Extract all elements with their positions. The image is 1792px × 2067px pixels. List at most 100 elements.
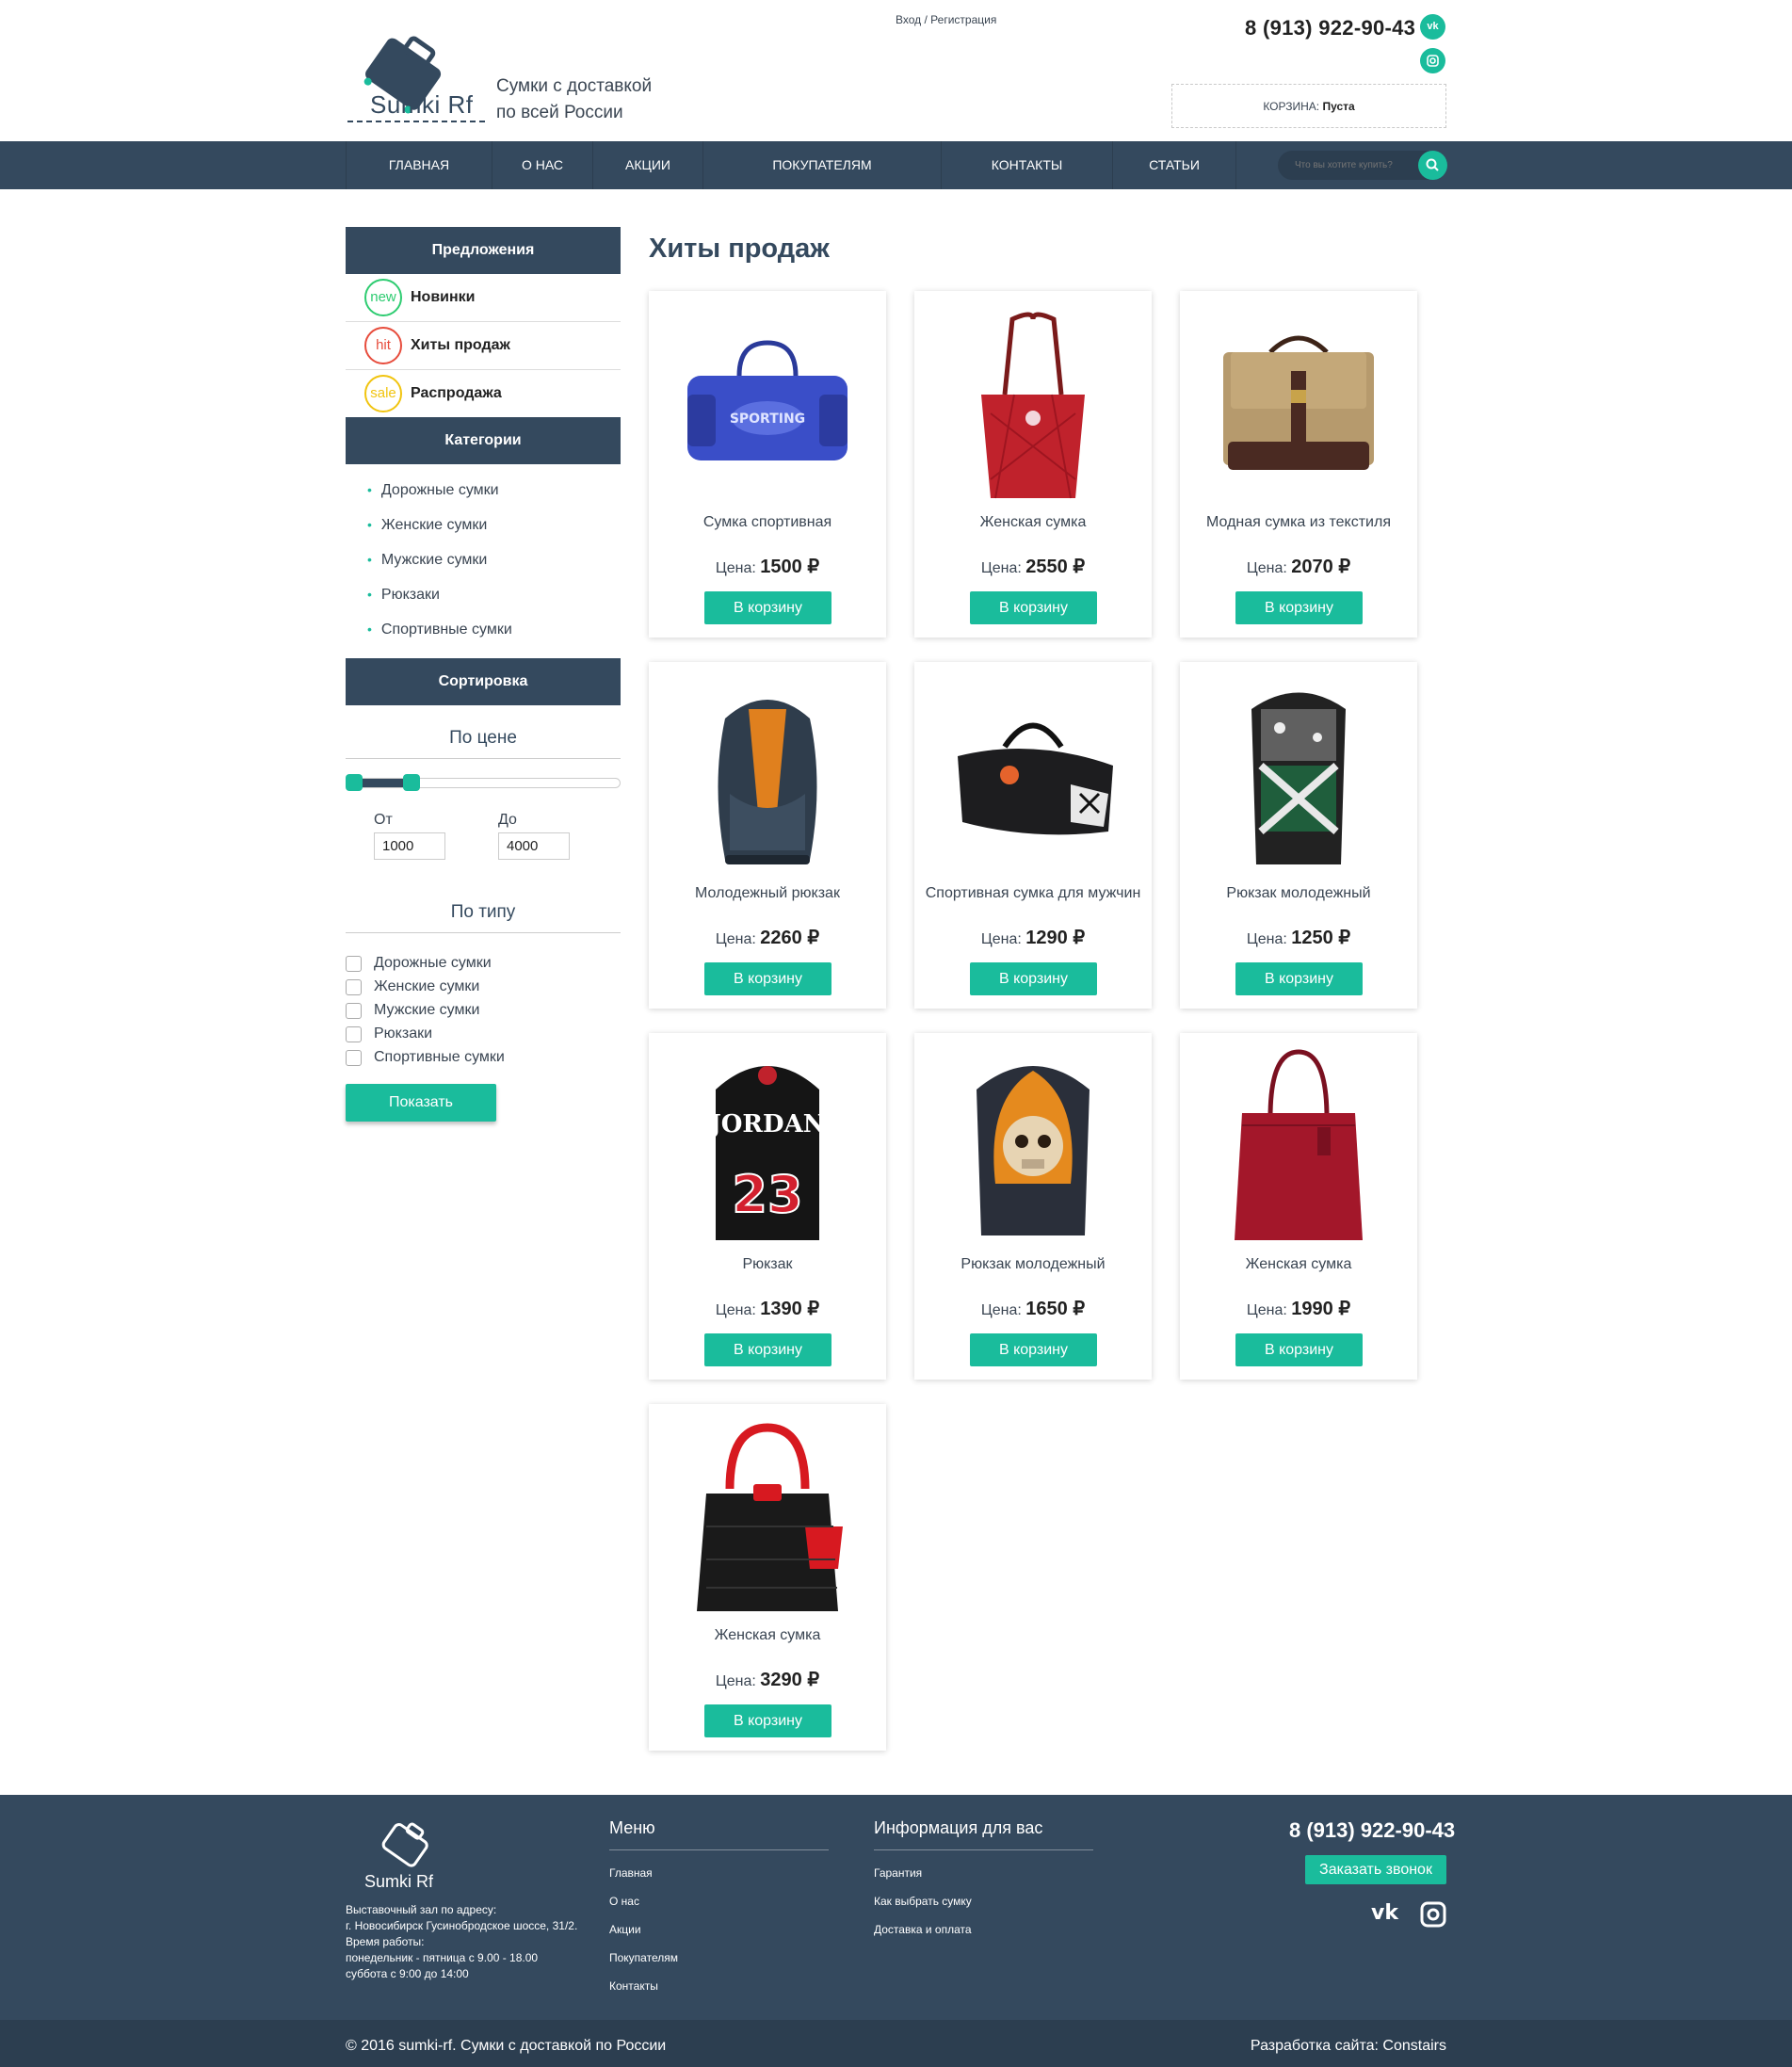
callback-button[interactable]: Заказать звонок <box>1305 1855 1446 1884</box>
add-to-cart-button[interactable]: В корзину <box>1235 1333 1363 1366</box>
price-slider-max-handle[interactable] <box>403 774 420 791</box>
checkbox[interactable] <box>346 1026 362 1042</box>
page: Sumki Rf Сумки с доставкой по всей Росси… <box>0 0 1792 2067</box>
price-from-input[interactable]: 1000 <box>374 832 445 860</box>
nav-item-contacts[interactable]: КОНТАКТЫ <box>941 141 1112 189</box>
footer-logo-bag-icon[interactable] <box>372 1813 447 1869</box>
header-phone[interactable]: 8 (913) 922-90-43 <box>1245 16 1415 40</box>
add-to-cart-button[interactable]: В корзину <box>1235 962 1363 995</box>
footer-menu-link[interactable]: О нас <box>609 1895 639 1908</box>
offer-item-new[interactable]: new Новинки <box>346 274 621 322</box>
price-to-input[interactable]: 4000 <box>498 832 570 860</box>
price-label: Цена: <box>1246 1302 1292 1318</box>
add-to-cart-button[interactable]: В корзину <box>704 1704 831 1737</box>
product-card[interactable]: JORDAN 23 Рюкзак Цена: 1390 ₽ В корзину <box>649 1033 886 1380</box>
checkbox[interactable] <box>346 1003 362 1019</box>
auth-links: Вход / Регистрация <box>896 13 996 26</box>
cart-box[interactable]: КОРЗИНА: Пуста <box>1171 84 1446 128</box>
product-card[interactable]: Спортивная сумка для мужчин Цена: 1290 ₽… <box>914 662 1152 1009</box>
footer-instagram-icon[interactable] <box>1420 1901 1446 1928</box>
footer-menu-link[interactable]: Контакты <box>609 1979 658 1993</box>
footer-vk-icon[interactable]: vk <box>1371 1901 1398 1925</box>
product-price: Цена: 1500 ₽ <box>649 555 886 578</box>
footer-info-link[interactable]: Доставка и оплата <box>874 1923 972 1936</box>
logo-text[interactable]: Sumki Rf <box>370 90 473 120</box>
product-name[interactable]: Женская сумка <box>1189 1255 1408 1274</box>
product-image-skull-fire-backpack[interactable] <box>939 1042 1127 1245</box>
category-link-backpacks[interactable]: Рюкзаки <box>367 587 440 604</box>
main-nav: ГЛАВНАЯ О НАС АКЦИИ ПОКУПАТЕЛЯМ КОНТАКТЫ… <box>0 141 1792 189</box>
product-name[interactable]: Рюкзак молодежный <box>1189 884 1408 903</box>
product-image-beige-canvas-messenger[interactable] <box>1204 300 1393 503</box>
product-card[interactable]: Женская сумка Цена: 1990 ₽ В корзину <box>1180 1033 1417 1380</box>
nav-item-articles[interactable]: СТАТЬИ <box>1112 141 1236 189</box>
footer-info-link[interactable]: Гарантия <box>874 1866 922 1880</box>
footer-info-link[interactable]: Как выбрать сумку <box>874 1895 972 1908</box>
product-card[interactable]: Женская сумка Цена: 2550 ₽ В корзину <box>914 291 1152 638</box>
footer-phone[interactable]: 8 (913) 922-90-43 <box>1289 1818 1455 1843</box>
footer-menu-link[interactable]: Покупателям <box>609 1951 678 1964</box>
product-name[interactable]: Рюкзак молодежный <box>924 1255 1142 1274</box>
category-link-travel[interactable]: Дорожные сумки <box>367 482 499 499</box>
footer-menu-link[interactable]: Главная <box>609 1866 653 1880</box>
footer-menu-link[interactable]: Акции <box>609 1923 641 1936</box>
register-link[interactable]: Регистрация <box>930 13 996 26</box>
add-to-cart-button[interactable]: В корзину <box>970 1333 1097 1366</box>
footer-menu-divider <box>609 1849 829 1850</box>
category-link-sport[interactable]: Спортивные сумки <box>367 622 512 638</box>
add-to-cart-button[interactable]: В корзину <box>704 591 831 624</box>
add-to-cart-button[interactable]: В корзину <box>970 962 1097 995</box>
price-slider-min-handle[interactable] <box>346 774 363 791</box>
show-filter-button[interactable]: Показать <box>346 1084 496 1122</box>
add-to-cart-button[interactable]: В корзину <box>970 591 1097 624</box>
product-image-flag-print-backpack[interactable] <box>1204 671 1393 874</box>
product-name[interactable]: Молодежный рюкзак <box>658 884 877 903</box>
category-link-men[interactable]: Мужские сумки <box>367 552 487 569</box>
offer-item-hit[interactable]: hit Хиты продаж <box>346 322 621 370</box>
product-image-black-red-handbag[interactable] <box>673 1413 862 1616</box>
instagram-icon[interactable] <box>1420 48 1445 73</box>
product-image-black-duffel-bag[interactable] <box>939 671 1127 874</box>
nav-item-promo[interactable]: АКЦИИ <box>592 141 702 189</box>
checkbox[interactable] <box>346 956 362 972</box>
product-image-jordan-23-backpack[interactable]: JORDAN 23 <box>673 1042 862 1245</box>
product-card[interactable]: Молодежный рюкзак Цена: 2260 ₽ В корзину <box>649 662 886 1009</box>
vk-icon[interactable]: vk <box>1420 14 1445 40</box>
product-image-red-quilted-tote[interactable] <box>939 300 1127 503</box>
checkbox[interactable] <box>346 979 362 995</box>
developer-credit[interactable]: Разработка сайта: Constairs <box>1251 2038 1446 2055</box>
product-card[interactable]: Женская сумка Цена: 3290 ₽ В корзину <box>649 1404 886 1751</box>
product-card[interactable]: SPORTING Сумка спортивная Цена: 1500 ₽ В… <box>649 291 886 638</box>
offer-label: Распродажа <box>411 385 502 401</box>
product-name[interactable]: Женская сумка <box>658 1626 877 1645</box>
category-link-women[interactable]: Женские сумки <box>367 517 487 534</box>
search-button[interactable] <box>1418 151 1447 180</box>
nav-item-customers[interactable]: ПОКУПАТЕЛЯМ <box>702 141 941 189</box>
product-card[interactable]: Рюкзак молодежный Цена: 1250 ₽ В корзину <box>1180 662 1417 1009</box>
nav-item-home[interactable]: ГЛАВНАЯ <box>346 141 492 189</box>
offer-item-sale[interactable]: sale Распродажа <box>346 370 621 418</box>
product-card[interactable]: Модная сумка из текстиля Цена: 2070 ₽ В … <box>1180 291 1417 638</box>
search-input[interactable] <box>1295 151 1417 180</box>
product-name[interactable]: Женская сумка <box>924 513 1142 532</box>
price-value: 2260 ₽ <box>760 928 820 948</box>
login-link[interactable]: Вход <box>896 13 921 26</box>
price-label: Цена: <box>715 1673 761 1689</box>
add-to-cart-button[interactable]: В корзину <box>704 962 831 995</box>
product-image-grey-orange-backpack[interactable] <box>673 671 862 874</box>
product-card[interactable]: Рюкзак молодежный Цена: 1650 ₽ В корзину <box>914 1033 1152 1380</box>
product-price: Цена: 2070 ₽ <box>1180 555 1417 578</box>
footer-logo-text: Sumki Rf <box>364 1872 434 1891</box>
add-to-cart-button[interactable]: В корзину <box>704 1333 831 1366</box>
checkbox[interactable] <box>346 1050 362 1066</box>
product-name[interactable]: Рюкзак <box>658 1255 877 1274</box>
product-image-blue-sport-bag[interactable]: SPORTING <box>673 300 862 503</box>
product-name[interactable]: Сумка спортивная <box>658 513 877 532</box>
footer-info-divider <box>874 1849 1093 1850</box>
nav-item-about[interactable]: О НАС <box>492 141 592 189</box>
product-image-burgundy-leather-bag[interactable] <box>1204 1042 1393 1245</box>
add-to-cart-button[interactable]: В корзину <box>1235 591 1363 624</box>
product-name[interactable]: Спортивная сумка для мужчин <box>924 884 1142 903</box>
product-name[interactable]: Модная сумка из текстиля <box>1189 513 1408 532</box>
hit-badge-icon: hit <box>364 327 402 364</box>
